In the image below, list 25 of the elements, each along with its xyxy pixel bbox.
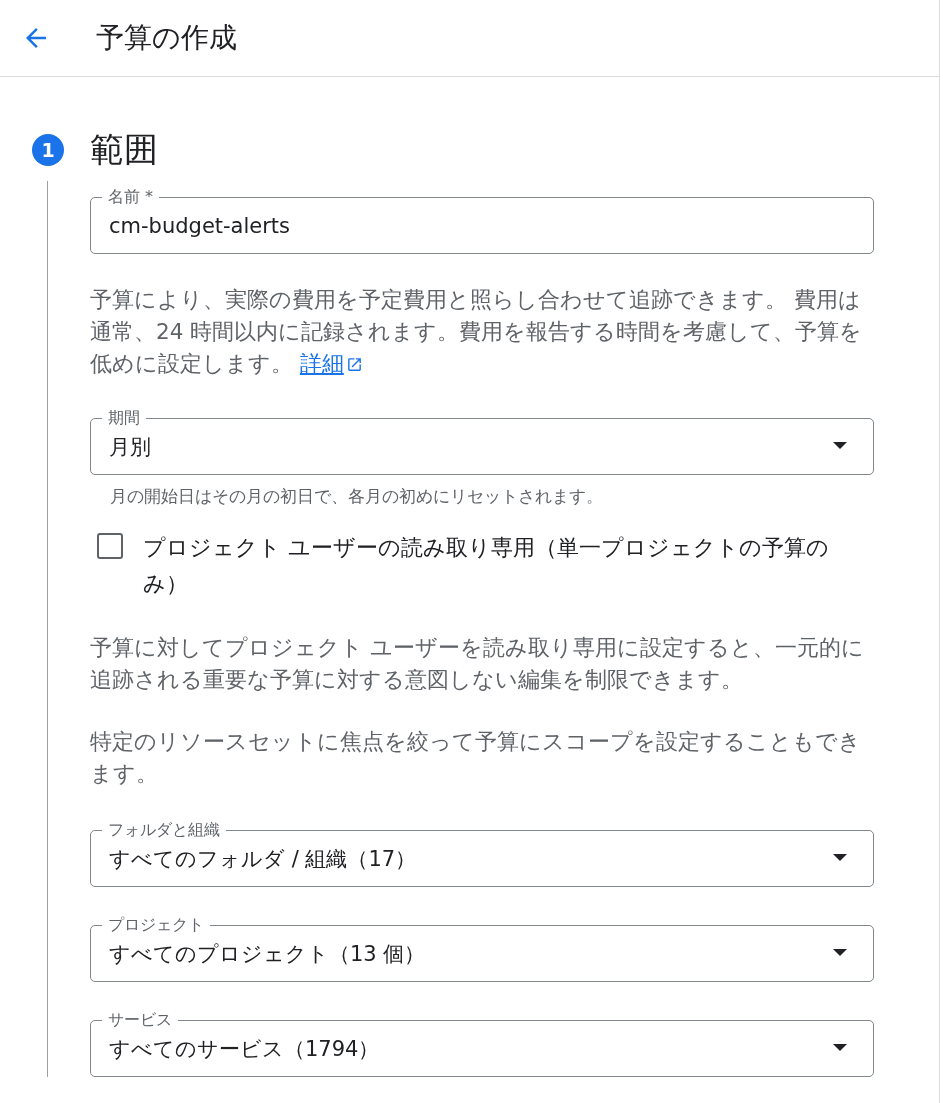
field-label: フォルダと組織: [102, 820, 226, 840]
readonly-checkbox-label: プロジェクト ユーザーの読み取り専用（単一プロジェクトの予算のみ）: [143, 534, 830, 598]
external-link-icon: [345, 356, 363, 373]
field-label: プロジェクト: [102, 915, 210, 935]
page-title: 予算の作成: [96, 20, 237, 56]
description-text: 予算により、実際の費用を予定費用と照らし合わせて追跡できます。 費用は通常、24 時間以内に記録されます。費用を報告する時間を考慮して、予算を低めに設定します。 詳細: [90, 286, 864, 378]
readonly-checkbox[interactable]: [97, 533, 123, 559]
info-text: 特定のリソースセットに焦点を絞って予算にスコープを設定することもできます。: [90, 728, 862, 788]
field-label: 名前 *: [102, 187, 160, 207]
name-input-field[interactable]: 名前 * cm-budget-alerts: [90, 187, 874, 254]
scope-dropdown[interactable]: プロジェクト すべてのプロジェクト（13 個）: [90, 915, 874, 982]
scope-dropdown[interactable]: フォルダと組織 すべてのフォルダ / 組織（17）: [90, 820, 874, 887]
step-title: 範囲: [90, 128, 158, 171]
scope-dropdown[interactable]: サービス すべてのサービス（1794）: [90, 1010, 874, 1077]
dropdown-arrow-icon: [833, 854, 847, 861]
info-text: 予算に対してプロジェクト ユーザーを読み取り専用に設定すると、一元的に追跡される重要な予算に対する意図しない編集を制限できます。: [90, 634, 865, 694]
details-link[interactable]: 詳細: [299, 351, 363, 376]
dropdown-arrow-icon: [833, 949, 847, 956]
field-label: サービス: [102, 1010, 178, 1030]
dropdown-arrow-icon: [833, 442, 847, 449]
period-helper-text: 月の開始日はその月の初日で、各月の初めにリセットされます。: [110, 485, 604, 508]
period-dropdown[interactable]: 期間 月別: [90, 408, 874, 475]
dropdown-arrow-icon: [833, 1044, 847, 1051]
step-number-badge: 1: [32, 134, 64, 166]
field-label: 期間: [102, 408, 146, 428]
